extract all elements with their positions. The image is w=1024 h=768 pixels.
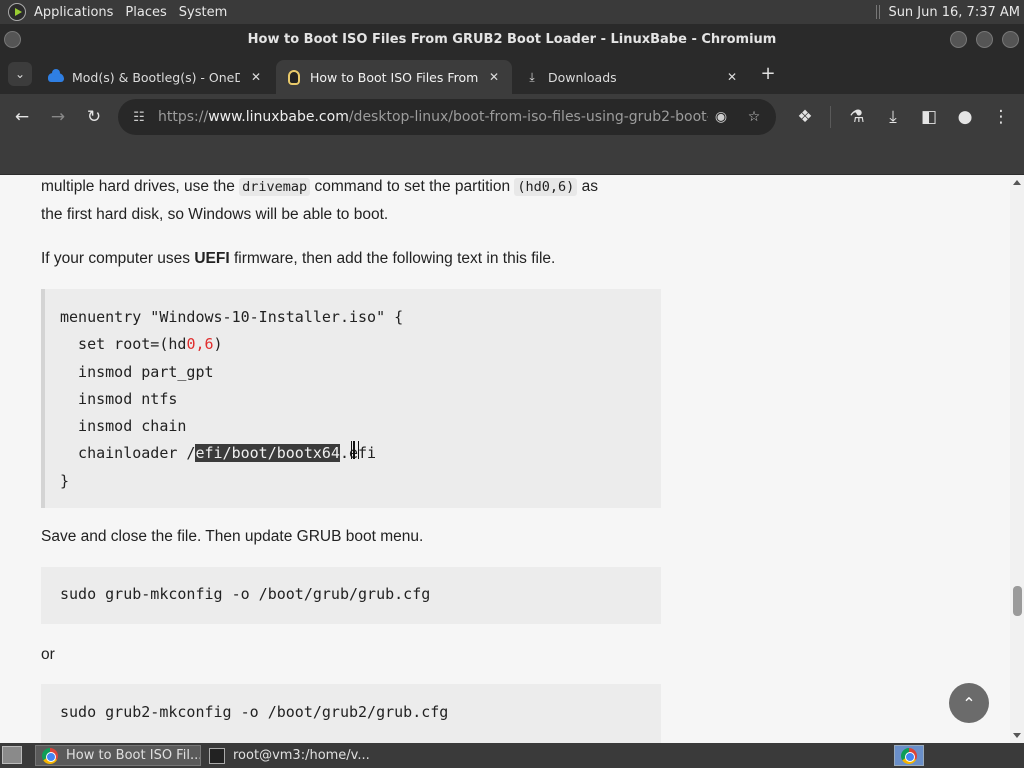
tray-chromium-icon[interactable] — [894, 745, 924, 766]
code-text: , — [195, 335, 205, 354]
url-scheme: https:// — [158, 109, 209, 125]
page-viewport: multiple hard drives, use the drivemap c… — [0, 175, 1010, 743]
page-scrollbar[interactable] — [1010, 175, 1024, 743]
tab-onedrive[interactable]: Mod(s) & Bootleg(s) - OneDr ✕ — [38, 60, 274, 94]
scroll-to-top-chevron-icon[interactable]: ⌃ — [949, 683, 989, 723]
tab-downloads[interactable]: ⤓ Downloads ✕ — [514, 60, 750, 94]
paragraph-drivemap: multiple hard drives, use the drivemap c… — [41, 175, 598, 228]
code-text: chainloader / — [60, 444, 196, 463]
tab-strip: ⌄ Mod(s) & Bootleg(s) - OneDr ✕ How to B… — [0, 54, 1024, 94]
paragraph-save: Save and close the file. Then update GRU… — [41, 528, 424, 545]
kebab-menu-icon[interactable]: ⋮ — [988, 104, 1014, 130]
bookmarks-bar — [0, 140, 1024, 175]
top-panel: Applications Places System Sun Jun 16, 7… — [0, 0, 1024, 24]
url-host: www.linuxbabe.com — [208, 109, 349, 125]
bottom-taskbar: How to Boot ISO Fil... root@vm3:/home/v.… — [0, 743, 1024, 768]
code-line: menuentry "Windows-10-Installer.iso" { — [60, 308, 404, 326]
system-menu[interactable]: System — [173, 0, 233, 24]
distro-logo-icon[interactable] — [8, 3, 26, 21]
terminal-icon — [209, 747, 225, 764]
new-tab-plus-icon[interactable]: + — [758, 62, 778, 84]
close-tab-icon[interactable]: ✕ — [486, 69, 502, 85]
text-cursor-ibeam-icon — [351, 441, 359, 459]
maximize-icon[interactable] — [976, 31, 993, 48]
browser-toolbar: ← → ↻ ☷ https://www.linuxbabe.com/deskto… — [0, 94, 1024, 140]
clock[interactable]: Sun Jun 16, 7:37 AM — [888, 5, 1020, 20]
code-line: sudo grub-mkconfig -o /boot/grub/grub.cf… — [60, 585, 431, 603]
text-selection[interactable]: efi/boot/bootx64 — [195, 444, 340, 463]
code-line: } — [60, 471, 70, 490]
url-text[interactable]: https://www.linuxbabe.com/desktop-linux/… — [158, 109, 708, 125]
show-desktop-icon[interactable] — [2, 746, 22, 764]
close-window-icon[interactable] — [1002, 31, 1019, 48]
side-panel-icon[interactable]: ◧ — [916, 104, 942, 130]
code-number: 6 — [204, 335, 214, 354]
tab-label: Downloads — [548, 69, 617, 85]
scroll-down-arrow-icon[interactable] — [1013, 733, 1021, 738]
chromium-icon — [42, 747, 58, 764]
code-block-uefi-menuentry: menuentry "Windows-10-Installer.iso" { s… — [41, 289, 661, 508]
code-block-grub2-mkconfig: sudo grub2-mkconfig -o /boot/grub2/grub.… — [41, 684, 661, 743]
text: the first hard disk, so Windows will be … — [41, 206, 389, 223]
extensions-puzzle-icon[interactable]: ❖ — [792, 104, 818, 130]
tab-label: Mod(s) & Bootleg(s) - OneDr — [72, 69, 240, 85]
taskbar-item-terminal[interactable]: root@vm3:/home/v... — [203, 745, 373, 766]
profile-avatar-icon[interactable]: ● — [952, 104, 978, 130]
minimize-icon[interactable] — [950, 31, 967, 48]
code-text: ) — [213, 335, 223, 354]
window-titlebar[interactable]: How to Boot ISO Files From GRUB2 Boot Lo… — [0, 24, 1024, 54]
bookmark-star-icon[interactable]: ☆ — [741, 104, 767, 130]
close-tab-icon[interactable]: ✕ — [248, 69, 264, 85]
window-menu-icon[interactable] — [4, 31, 21, 48]
back-arrow-icon[interactable]: ← — [9, 104, 35, 130]
onedrive-cloud-icon — [48, 68, 64, 85]
code-block-grub-mkconfig: sudo grub-mkconfig -o /boot/grub/grub.cf… — [41, 567, 661, 624]
text: as — [577, 178, 598, 195]
tab-label: How to Boot ISO Files From G — [310, 69, 478, 85]
code-line: insmod chain — [60, 417, 187, 436]
paragraph-uefi: If your computer uses UEFI firmware, the… — [41, 245, 555, 272]
code-line: sudo grub2-mkconfig -o /boot/grub2/grub.… — [60, 703, 449, 721]
scroll-up-arrow-icon[interactable] — [1013, 180, 1021, 185]
text: command to set the partition — [310, 178, 515, 195]
places-menu[interactable]: Places — [119, 0, 172, 24]
code-line: insmod part_gpt — [60, 362, 214, 381]
text: If your computer uses — [41, 250, 195, 267]
code-text: set root=(hd — [60, 335, 187, 354]
code-line: set root=(hd0,6) — [60, 331, 661, 358]
reload-icon[interactable]: ↻ — [81, 104, 107, 130]
inline-code-drivemap: drivemap — [239, 178, 311, 196]
bold-uefi: UEFI — [194, 250, 230, 267]
taskbar-item-chromium[interactable]: How to Boot ISO Fil... — [35, 745, 201, 766]
text: multiple hard drives, use the — [41, 178, 240, 195]
labs-flask-icon[interactable]: ⚗ — [844, 104, 870, 130]
eye-off-icon[interactable]: ◉ — [708, 104, 734, 130]
url-path: /desktop-linux/boot-from-iso-files-using… — [348, 109, 708, 125]
toolbar-divider — [830, 106, 831, 128]
taskbar-label: root@vm3:/home/v... — [233, 748, 370, 763]
code-line: insmod ntfs — [60, 389, 178, 408]
window-title: How to Boot ISO Files From GRUB2 Boot Lo… — [247, 31, 777, 47]
forward-arrow-icon[interactable]: → — [45, 104, 71, 130]
applications-menu[interactable]: Applications — [28, 0, 119, 24]
linuxbabe-tux-icon — [286, 69, 302, 85]
panel-clock-area: Sun Jun 16, 7:37 AM — [876, 0, 1020, 24]
tab-linuxbabe[interactable]: How to Boot ISO Files From G ✕ — [276, 60, 512, 94]
inline-code-partition: (hd0,6) — [514, 178, 578, 196]
site-info-tune-icon[interactable]: ☷ — [126, 104, 152, 130]
paragraph-or: or — [41, 646, 55, 663]
downloads-icon[interactable]: ⤓ — [880, 104, 906, 130]
taskbar-label: How to Boot ISO Fil... — [66, 748, 201, 763]
tab-search-chevron-icon[interactable]: ⌄ — [8, 62, 32, 86]
close-tab-icon[interactable]: ✕ — [724, 69, 740, 85]
text: firmware, then add the following text in… — [229, 250, 556, 267]
download-icon: ⤓ — [529, 69, 535, 84]
panel-handle-icon — [876, 5, 881, 19]
scrollbar-thumb[interactable] — [1013, 586, 1022, 616]
address-bar[interactable]: ☷ https://www.linuxbabe.com/desktop-linu… — [118, 99, 776, 135]
code-line: chainloader /efi/boot/bootx64.efi — [60, 440, 661, 467]
